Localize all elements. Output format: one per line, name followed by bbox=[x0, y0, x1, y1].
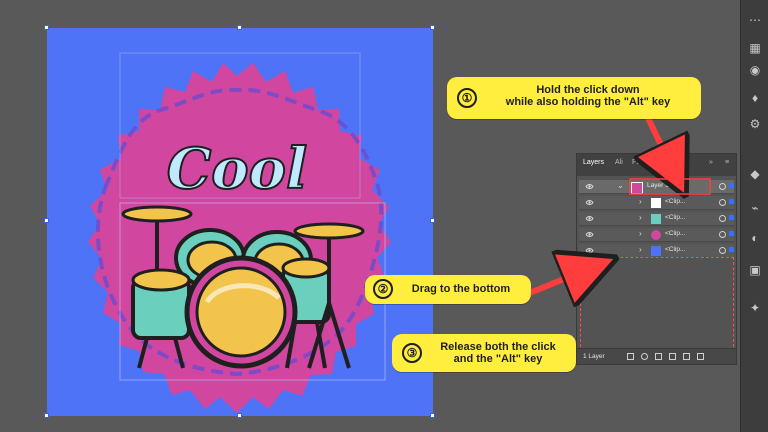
swatches-icon[interactable]: ▣ bbox=[747, 262, 763, 278]
eye-icon[interactable] bbox=[585, 231, 594, 238]
search-icon[interactable] bbox=[641, 353, 648, 360]
callout-step-2: ② Drag to the bottom bbox=[365, 275, 531, 304]
artboard-handle-br[interactable] bbox=[430, 413, 435, 418]
document-icon[interactable]: ▦ bbox=[747, 40, 763, 56]
target-icon[interactable] bbox=[719, 215, 726, 222]
artboard[interactable]: Cool bbox=[44, 25, 435, 418]
tab-assets[interactable]: Ass bbox=[669, 159, 681, 166]
layer-row[interactable]: ⌄ Layer 1 bbox=[579, 180, 734, 194]
selection-indicator bbox=[729, 215, 734, 220]
clip-thumbnail bbox=[651, 214, 661, 224]
callout-text: Drag to the bottom bbox=[399, 283, 523, 295]
chevron-right-icon[interactable]: › bbox=[639, 245, 642, 254]
step-number: ① bbox=[457, 88, 477, 108]
cool-title: Cool bbox=[167, 136, 308, 202]
gradient-icon[interactable]: ◐ bbox=[747, 230, 763, 246]
callout-line-1: Hold the click down bbox=[536, 84, 640, 96]
chevron-down-icon[interactable]: ⌄ bbox=[617, 181, 624, 190]
selection-indicator bbox=[729, 247, 734, 252]
artboard-handle-mr[interactable] bbox=[430, 218, 435, 223]
artboard-handle-tl[interactable] bbox=[44, 25, 49, 30]
clip-thumbnail bbox=[651, 198, 661, 208]
layers-bottom-bar: 1 Layer bbox=[577, 348, 736, 364]
panel-tabs: Layers Ali Pat Ima Ass » ≡ bbox=[577, 154, 736, 176]
transparency-icon[interactable]: ✦ bbox=[747, 300, 763, 316]
artboard-handle-tm[interactable] bbox=[237, 25, 242, 30]
chevron-right-icon[interactable]: › bbox=[639, 197, 642, 206]
artboard-handle-tr[interactable] bbox=[430, 25, 435, 30]
artboard-handle-ml[interactable] bbox=[44, 218, 49, 223]
new-sublayer-icon[interactable] bbox=[669, 353, 676, 360]
export-icon[interactable] bbox=[627, 353, 634, 360]
tab-align[interactable]: Ali bbox=[615, 159, 623, 166]
target-icon[interactable] bbox=[719, 247, 726, 254]
callout-line-2: while also holding the "Alt" key bbox=[505, 96, 671, 108]
symbol-icon[interactable]: ◆ bbox=[747, 166, 763, 182]
drag-target-zone bbox=[580, 257, 734, 347]
eye-icon[interactable] bbox=[585, 247, 594, 254]
tab-pathfinder[interactable]: Pat bbox=[632, 159, 643, 166]
new-layer-icon[interactable] bbox=[683, 353, 690, 360]
target-icon[interactable] bbox=[719, 183, 726, 190]
right-toolbar: ⋯ ▦ ◉ ♦ ⚙ ◆ ⌁ ◐ ▣ ✦ bbox=[740, 0, 768, 432]
selection-indicator bbox=[729, 231, 734, 236]
layers-panel-icon[interactable]: ⚙ bbox=[747, 116, 763, 132]
layer-row[interactable]: › <Clip... bbox=[579, 244, 734, 258]
callout-line-2: and the "Alt" key bbox=[453, 353, 543, 365]
callout-step-3: ③ Release both the click and the "Alt" k… bbox=[392, 334, 576, 372]
clip-name: <Clip... bbox=[665, 230, 686, 237]
eye-icon[interactable] bbox=[585, 183, 594, 190]
callout-line-1: Drag to the bottom bbox=[411, 283, 511, 295]
selection-indicator bbox=[729, 183, 734, 188]
chevron-right-icon[interactable]: › bbox=[639, 213, 642, 222]
layer-count: 1 Layer bbox=[583, 353, 605, 360]
layer-row[interactable]: › <Clip... bbox=[579, 212, 734, 226]
layer-thumbnail bbox=[631, 182, 643, 194]
callout-step-1: ① Hold the click down while also holding… bbox=[447, 77, 701, 119]
layer-row[interactable]: › <Clip... bbox=[579, 228, 734, 242]
artboard-handle-bm[interactable] bbox=[237, 413, 242, 418]
layer-name: Layer 1 bbox=[647, 182, 669, 189]
layers-icon[interactable]: ◉ bbox=[747, 62, 763, 78]
clip-thumbnail bbox=[651, 230, 661, 240]
clip-icon[interactable] bbox=[655, 353, 662, 360]
callout-text: Release both the click and the "Alt" key bbox=[428, 341, 568, 365]
step-number: ③ bbox=[402, 343, 422, 363]
brush-icon[interactable]: ⌁ bbox=[747, 200, 763, 216]
step-number: ② bbox=[373, 279, 393, 299]
clip-thumbnail bbox=[651, 246, 661, 256]
selection-indicator bbox=[729, 199, 734, 204]
clip-name: <Clip... bbox=[665, 214, 686, 221]
clip-name: <Clip... bbox=[665, 246, 686, 253]
callout-text: Hold the click down while also holding t… bbox=[483, 84, 693, 108]
appearance-icon[interactable]: ♦ bbox=[747, 90, 763, 106]
artwork-illustration: Cool bbox=[88, 52, 391, 413]
eye-icon[interactable] bbox=[585, 199, 594, 206]
panel-menu-icon[interactable]: ≡ bbox=[725, 159, 729, 166]
tab-more[interactable]: » bbox=[709, 159, 713, 166]
eye-icon[interactable] bbox=[585, 215, 594, 222]
chevron-right-icon[interactable]: › bbox=[639, 229, 642, 238]
target-icon[interactable] bbox=[719, 199, 726, 206]
delete-icon[interactable] bbox=[697, 353, 704, 360]
tab-layers[interactable]: Layers bbox=[583, 159, 604, 166]
artboard-handle-bl[interactable] bbox=[44, 413, 49, 418]
tab-image[interactable]: Ima bbox=[649, 159, 661, 166]
clip-name: <Clip... bbox=[665, 198, 686, 205]
options-icon[interactable]: ⋯ bbox=[747, 12, 763, 28]
layer-row[interactable]: › <Clip... bbox=[579, 196, 734, 210]
target-icon[interactable] bbox=[719, 231, 726, 238]
callout-line-1: Release both the click bbox=[440, 341, 556, 353]
